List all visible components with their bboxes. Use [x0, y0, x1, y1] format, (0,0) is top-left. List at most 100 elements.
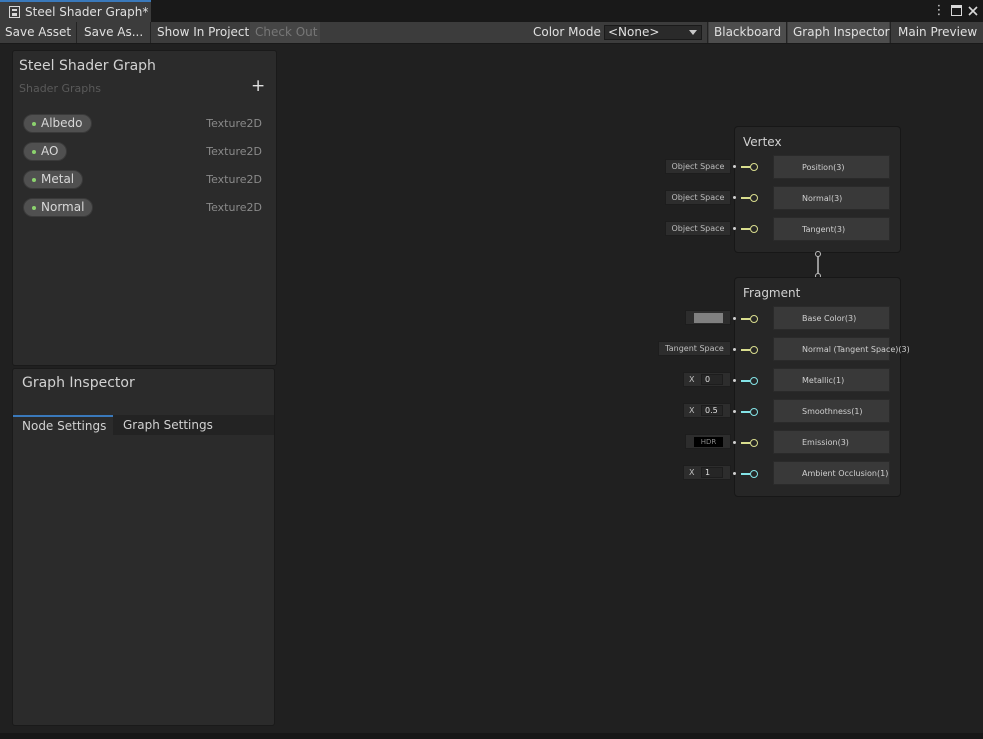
input-wire — [741, 380, 750, 382]
toolbar-divider — [707, 22, 708, 43]
color-mode-label: Color Mode — [533, 25, 601, 39]
inspector-tab-bar: Node Settings Graph Settings — [13, 415, 274, 435]
input-wire — [741, 411, 750, 413]
kebab-menu-icon[interactable]: ⋮ — [932, 3, 946, 19]
x-label: X — [689, 468, 695, 477]
toolbar-divider — [890, 22, 891, 43]
smoothness-value[interactable]: 0.5 — [701, 405, 723, 416]
smoothness-field[interactable]: X 0.5 — [683, 403, 731, 418]
position-port[interactable] — [750, 163, 758, 171]
ambient-occlusion-value[interactable]: 1 — [701, 467, 723, 478]
property-name: Metal — [41, 172, 75, 186]
property-name: Albedo — [41, 116, 83, 130]
toolbar: Save Asset Save As... Show In Project Ch… — [0, 22, 983, 44]
metallic-field[interactable]: X 0 — [683, 372, 731, 387]
save-asset-button[interactable]: Save Asset — [0, 22, 76, 43]
input-wire — [741, 442, 750, 444]
position-space-field[interactable]: Object Space — [665, 159, 731, 174]
fragment-block-ambient-occlusion[interactable]: Ambient Occlusion(1) — [773, 461, 890, 485]
property-type: Texture2D — [206, 201, 262, 214]
tangent-space-field[interactable]: Object Space — [665, 221, 731, 236]
fragment-block-base-color[interactable]: Base Color(3) — [773, 306, 890, 330]
property-name: Normal — [41, 200, 85, 214]
fragment-block-metallic[interactable]: Metallic(1) — [773, 368, 890, 392]
property-dot-icon — [32, 122, 36, 126]
check-out-button: Check Out — [250, 22, 320, 43]
block-label: Normal(3) — [802, 194, 843, 203]
blackboard-subtitle: Shader Graphs — [19, 82, 101, 95]
inspector-title: Graph Inspector — [22, 375, 135, 391]
property-name: AO — [41, 144, 59, 158]
x-label: X — [689, 406, 695, 415]
toolbar-divider — [76, 22, 77, 43]
color-swatch — [694, 313, 723, 323]
main-preview-toggle[interactable]: Main Preview — [893, 22, 981, 43]
input-wire — [741, 473, 750, 475]
block-label: Smoothness(1) — [802, 407, 863, 416]
block-label: Emission(3) — [802, 438, 849, 447]
block-label: Base Color(3) — [802, 314, 857, 323]
fragment-block-emission[interactable]: Emission(3) — [773, 430, 890, 454]
tangent-port[interactable] — [750, 225, 758, 233]
base-color-field[interactable] — [685, 310, 731, 325]
metallic-value[interactable]: 0 — [701, 374, 723, 385]
block-label: Tangent(3) — [802, 225, 846, 234]
fragment-block-normal-tangent[interactable]: Normal (Tangent Space)(3) — [773, 337, 910, 361]
graph-inspector-toggle[interactable]: Graph Inspector — [788, 22, 890, 43]
add-property-button[interactable]: + — [251, 76, 265, 96]
vertex-block-normal[interactable]: Normal(3) — [773, 186, 890, 210]
fragment-block-smoothness[interactable]: Smoothness(1) — [773, 399, 890, 423]
normal-space-field[interactable]: Object Space — [665, 190, 731, 205]
normal-tangent-space-field[interactable]: Tangent Space — [658, 341, 731, 356]
show-in-project-button[interactable]: Show In Project — [152, 22, 249, 43]
property-dot-icon — [32, 150, 36, 154]
property-type: Texture2D — [206, 145, 262, 158]
property-type: Texture2D — [206, 173, 262, 186]
block-label: Metallic(1) — [802, 376, 845, 385]
save-as-button[interactable]: Save As... — [79, 22, 147, 43]
document-tab[interactable]: Steel Shader Graph* — [0, 0, 151, 22]
property-type: Texture2D — [206, 117, 262, 130]
property-pill-normal[interactable]: Normal — [23, 198, 94, 217]
block-label: Position(3) — [802, 163, 845, 172]
input-wire — [741, 349, 750, 351]
color-mode-dropdown[interactable]: <None> — [604, 25, 702, 40]
ambient-occlusion-field[interactable]: X 1 — [683, 465, 731, 480]
property-pill-metal[interactable]: Metal — [23, 170, 84, 189]
input-dot — [733, 227, 736, 230]
toolbar-divider — [786, 22, 787, 43]
property-pill-albedo[interactable]: Albedo — [23, 114, 92, 133]
tab-node-settings[interactable]: Node Settings — [13, 415, 113, 435]
property-dot-icon — [32, 178, 36, 182]
input-dot — [733, 196, 736, 199]
block-label: Ambient Occlusion(1) — [802, 469, 889, 478]
normal-tangent-port[interactable] — [750, 346, 758, 354]
emission-port[interactable] — [750, 439, 758, 447]
input-wire — [741, 318, 750, 320]
input-dot — [733, 441, 736, 444]
base-color-port[interactable] — [750, 315, 758, 323]
input-dot — [733, 317, 736, 320]
maximize-icon[interactable] — [949, 3, 963, 19]
vertex-block-tangent[interactable]: Tangent(3) — [773, 217, 890, 241]
chevron-down-icon — [689, 30, 697, 35]
graph-inspector-panel: Graph Inspector Node Settings Graph Sett… — [12, 368, 275, 726]
property-pill-ao[interactable]: AO — [23, 142, 68, 161]
normal-port[interactable] — [750, 194, 758, 202]
tab-graph-settings[interactable]: Graph Settings — [114, 415, 224, 435]
input-dot — [733, 348, 736, 351]
input-dot — [733, 165, 736, 168]
metallic-port[interactable] — [750, 377, 758, 385]
hdr-swatch: HDR — [694, 437, 723, 447]
input-wire — [741, 197, 750, 199]
x-label: X — [689, 375, 695, 384]
vertex-block-position[interactable]: Position(3) — [773, 155, 890, 179]
smoothness-port[interactable] — [750, 408, 758, 416]
emission-field[interactable]: HDR — [685, 434, 731, 449]
close-icon[interactable] — [966, 3, 980, 19]
shader-graph-icon — [9, 6, 20, 18]
blackboard-toggle[interactable]: Blackboard — [709, 22, 786, 43]
vertex-title: Vertex — [743, 135, 782, 149]
input-dot — [733, 472, 736, 475]
ambient-occlusion-port[interactable] — [750, 470, 758, 478]
